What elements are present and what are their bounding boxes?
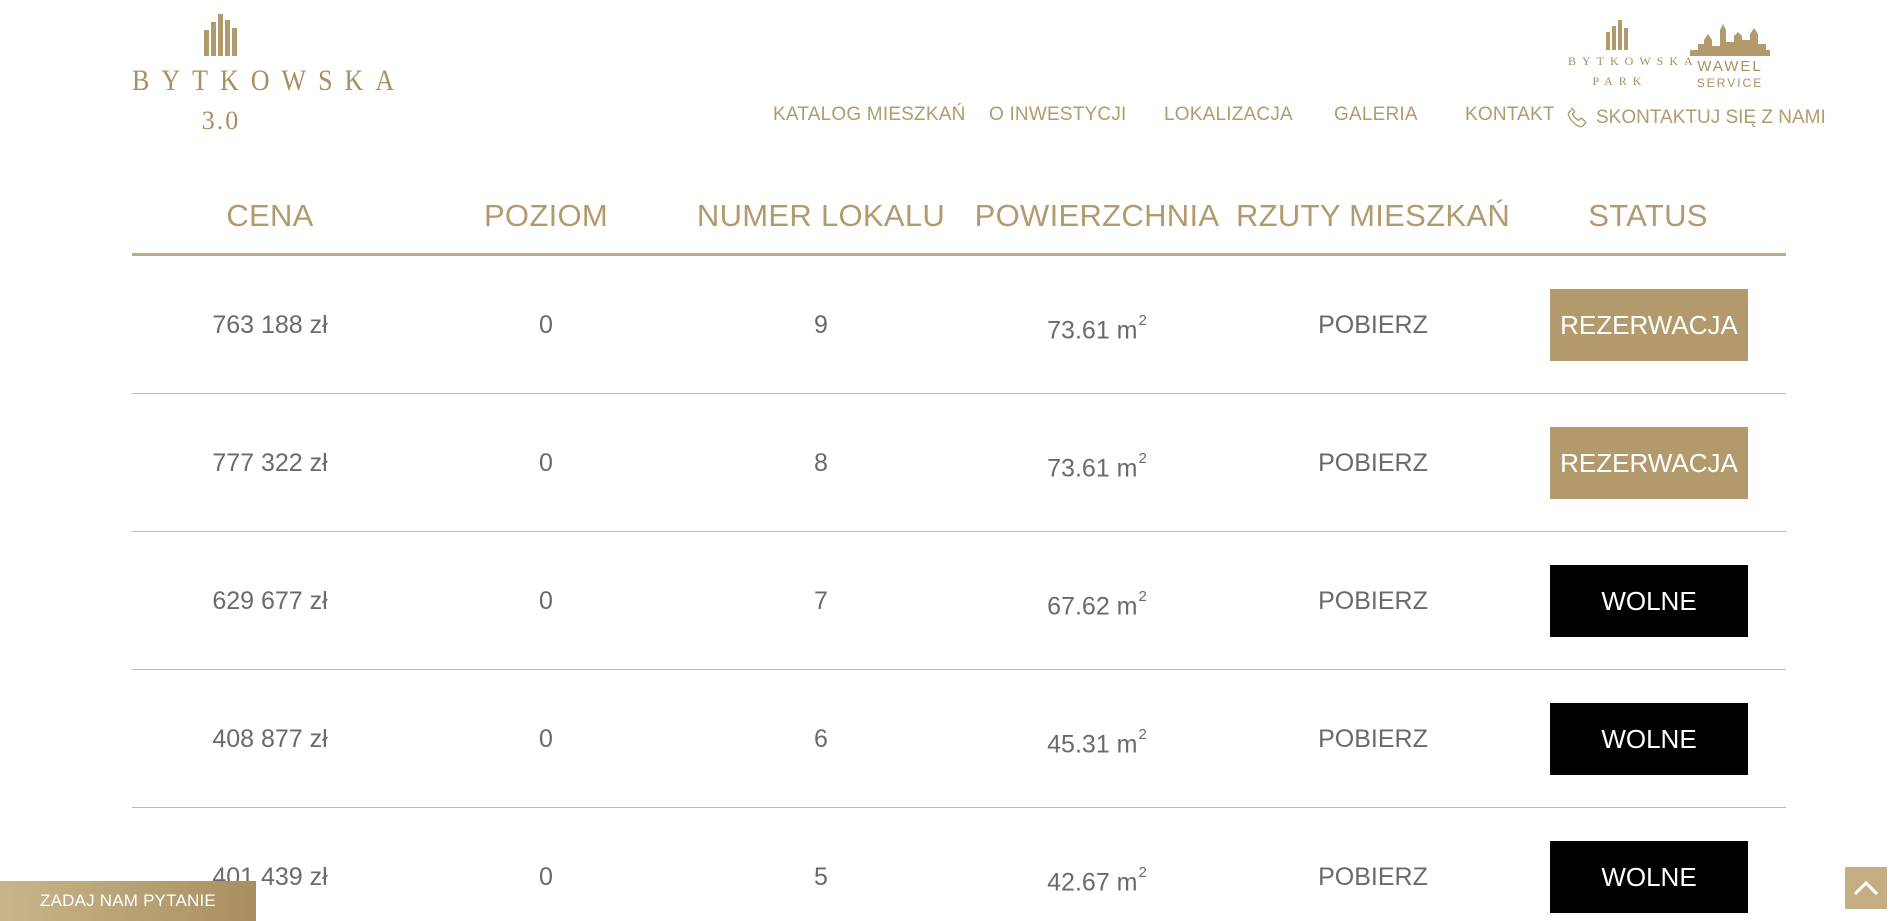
nav-katalog[interactable]: KATALOG MIESZKAŃ xyxy=(773,104,966,126)
chevron-up-icon xyxy=(1853,880,1879,896)
contact-link[interactable]: SKONTAKTUJ SIĘ Z NAMI xyxy=(1564,104,1826,132)
contact-link-label: SKONTAKTUJ SIĘ Z NAMI xyxy=(1596,107,1826,128)
area-value: 45.31 m xyxy=(1047,730,1138,759)
number-cell: 6 xyxy=(814,725,828,753)
price-cell: 629 677 zł xyxy=(212,587,328,615)
table-row: 629 677 zł 0 7 67.62 m2 POBIERZ WOLNE xyxy=(132,532,1786,670)
download-plan-link[interactable]: POBIERZ xyxy=(1318,863,1428,891)
level-cell: 0 xyxy=(539,311,553,339)
table-row: 777 322 zł 0 8 73.61 m2 POBIERZ REZERWAC… xyxy=(132,394,1786,532)
nav-galeria[interactable]: GALERIA xyxy=(1334,104,1418,126)
download-plan-link[interactable]: POBIERZ xyxy=(1318,311,1428,339)
area-unit-exponent: 2 xyxy=(1138,726,1147,743)
nav-lokalizacja[interactable]: LOKALIZACJA xyxy=(1164,104,1293,126)
park-logo-line2: PARK xyxy=(1592,74,1648,88)
logo-word: BYTKOWSKA xyxy=(132,63,407,98)
status-button[interactable]: WOLNE xyxy=(1550,841,1748,913)
plans-cell: POBIERZ xyxy=(1235,670,1511,808)
header-status[interactable]: STATUS xyxy=(1510,198,1786,234)
status-button[interactable]: REZERWACJA xyxy=(1550,289,1748,361)
number-cell: 9 xyxy=(814,311,828,339)
price-cell: 408 877 zł xyxy=(212,725,328,753)
price-cell: 763 188 zł xyxy=(212,311,328,339)
scroll-top-button[interactable] xyxy=(1845,867,1887,909)
header-price[interactable]: CENA xyxy=(132,198,408,234)
castle-skyline-icon xyxy=(1690,24,1770,56)
header-plans: RZUTY MIESZKAŃ xyxy=(1235,198,1511,233)
wawel-service-logo[interactable]: WAWEL SERVICE xyxy=(1690,20,1770,92)
number-cell: 8 xyxy=(814,449,828,477)
apartments-table: CENA POZIOM NUMER LOKALU POWIERZCHNIA RZ… xyxy=(132,180,1786,921)
plans-cell: POBIERZ xyxy=(1235,532,1511,670)
table-header: CENA POZIOM NUMER LOKALU POWIERZCHNIA RZ… xyxy=(132,180,1786,256)
logo-building-icon xyxy=(204,14,237,56)
nav-o-inwestycji[interactable]: O INWESTYCJI xyxy=(989,104,1127,126)
ask-question-button[interactable]: ZADAJ NAM PYTANIE xyxy=(0,881,256,921)
level-cell: 0 xyxy=(539,449,553,477)
plans-cell: POBIERZ xyxy=(1235,394,1511,532)
area-unit-exponent: 2 xyxy=(1138,312,1147,329)
area-cell: 45.31 m2 xyxy=(959,670,1235,808)
level-cell: 0 xyxy=(539,863,553,891)
bytkowska-park-logo[interactable]: BYTKOWSKA PARK xyxy=(1568,20,1699,92)
area-cell: 42.67 m2 xyxy=(959,808,1235,921)
download-plan-link[interactable]: POBIERZ xyxy=(1318,725,1428,753)
area-value: 73.61 m xyxy=(1047,316,1138,345)
phone-icon xyxy=(1567,107,1587,128)
wawel-logo-line2: SERVICE xyxy=(1696,76,1764,90)
plans-cell: POBIERZ xyxy=(1235,256,1511,394)
header-number[interactable]: NUMER LOKALU xyxy=(683,198,959,234)
area-value: 67.62 m xyxy=(1047,592,1138,621)
area-cell: 73.61 m2 xyxy=(959,394,1235,532)
park-logo-line1: BYTKOWSKA xyxy=(1568,54,1699,68)
price-cell: 777 322 zł xyxy=(212,449,328,477)
area-value: 42.67 m xyxy=(1047,868,1138,897)
status-button[interactable]: WOLNE xyxy=(1550,565,1748,637)
area-cell: 67.62 m2 xyxy=(959,532,1235,670)
area-cell: 73.61 m2 xyxy=(959,256,1235,394)
number-cell: 7 xyxy=(814,587,828,615)
nav-kontakt[interactable]: KONTAKT xyxy=(1465,104,1555,126)
status-button[interactable]: REZERWACJA xyxy=(1550,427,1748,499)
area-unit-exponent: 2 xyxy=(1138,450,1147,467)
number-cell: 5 xyxy=(814,863,828,891)
download-plan-link[interactable]: POBIERZ xyxy=(1318,449,1428,477)
level-cell: 0 xyxy=(539,587,553,615)
area-unit-exponent: 2 xyxy=(1138,588,1147,605)
header-level[interactable]: POZIOM xyxy=(408,198,684,234)
park-building-icon xyxy=(1606,20,1632,50)
wawel-logo-line1: WAWEL xyxy=(1697,58,1763,75)
plans-cell: POBIERZ xyxy=(1235,808,1511,921)
download-plan-link[interactable]: POBIERZ xyxy=(1318,587,1428,615)
header-area[interactable]: POWIERZCHNIA xyxy=(959,198,1235,234)
area-unit-exponent: 2 xyxy=(1138,864,1147,881)
site-header: BYTKOWSKA 3.0 BYTKOWSKA PARK WAWEL SERVI… xyxy=(0,0,1902,160)
level-cell: 0 xyxy=(539,725,553,753)
table-row: 408 877 zł 0 6 45.31 m2 POBIERZ WOLNE xyxy=(132,670,1786,808)
table-row: 401 439 zł 0 5 42.67 m2 POBIERZ WOLNE xyxy=(132,808,1786,921)
status-button[interactable]: WOLNE xyxy=(1550,703,1748,775)
table-row: 763 188 zł 0 9 73.61 m2 POBIERZ REZERWAC… xyxy=(132,256,1786,394)
area-value: 73.61 m xyxy=(1047,454,1138,483)
